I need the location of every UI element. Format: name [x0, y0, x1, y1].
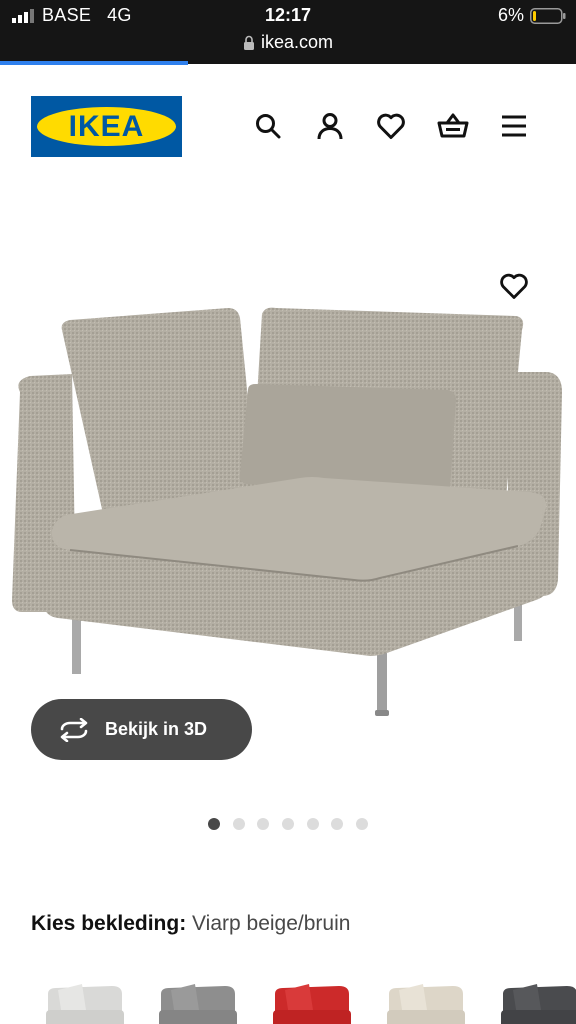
- battery-percent: 6%: [497, 5, 524, 25]
- swatch-light-grey[interactable]: [42, 980, 128, 1024]
- search-icon: [256, 114, 281, 139]
- page-load-progress: [0, 61, 188, 65]
- favourites-button[interactable]: [373, 108, 409, 144]
- add-to-favourites-button[interactable]: [496, 268, 532, 304]
- search-button[interactable]: [250, 108, 286, 144]
- gallery-dot[interactable]: [233, 818, 245, 830]
- cover-value: Viarp beige/bruin: [192, 912, 351, 935]
- gallery-pagination: [0, 818, 576, 832]
- gallery-dot[interactable]: [307, 818, 319, 830]
- view-in-3d-button[interactable]: Bekijk in 3D: [31, 699, 252, 760]
- status-bar: BASE 4G 12:17 6% ikea.com: [0, 0, 576, 65]
- swatch-dark-grey[interactable]: [497, 980, 576, 1024]
- menu-button[interactable]: [496, 108, 532, 144]
- gallery-dot[interactable]: [257, 818, 269, 830]
- battery-icon: [530, 8, 566, 24]
- lock-icon: [243, 35, 254, 50]
- address-bar[interactable]: ikea.com: [0, 32, 576, 53]
- swatch-beige[interactable]: [383, 980, 469, 1024]
- gallery-dot[interactable]: [331, 818, 343, 830]
- basket-button[interactable]: [435, 108, 471, 144]
- rotate-3d-icon: [60, 717, 88, 742]
- gallery-dot[interactable]: [356, 818, 368, 830]
- gallery-dot[interactable]: [282, 818, 294, 830]
- product-image[interactable]: [0, 290, 576, 730]
- url-text: ikea.com: [260, 32, 334, 52]
- account-button[interactable]: [312, 108, 348, 144]
- basket-icon: [437, 113, 469, 138]
- menu-icon: [502, 115, 526, 137]
- swatch-grey[interactable]: [155, 980, 241, 1024]
- cover-selection: Kies bekleding: Viarp beige/bruin: [31, 912, 350, 936]
- account-icon: [317, 113, 343, 140]
- gallery-dot[interactable]: [208, 818, 220, 830]
- cover-label: Kies bekleding:: [31, 912, 187, 935]
- view-in-3d-label: Bekijk in 3D: [105, 719, 208, 739]
- cover-swatch-list: [0, 968, 576, 1024]
- swatch-red[interactable]: [269, 980, 355, 1024]
- ikea-logo[interactable]: IKEA: [31, 96, 182, 157]
- heart-icon: [377, 113, 405, 139]
- heart-icon: [500, 273, 528, 299]
- logo-text: IKEA: [68, 110, 145, 143]
- clock: 12:17: [264, 5, 312, 25]
